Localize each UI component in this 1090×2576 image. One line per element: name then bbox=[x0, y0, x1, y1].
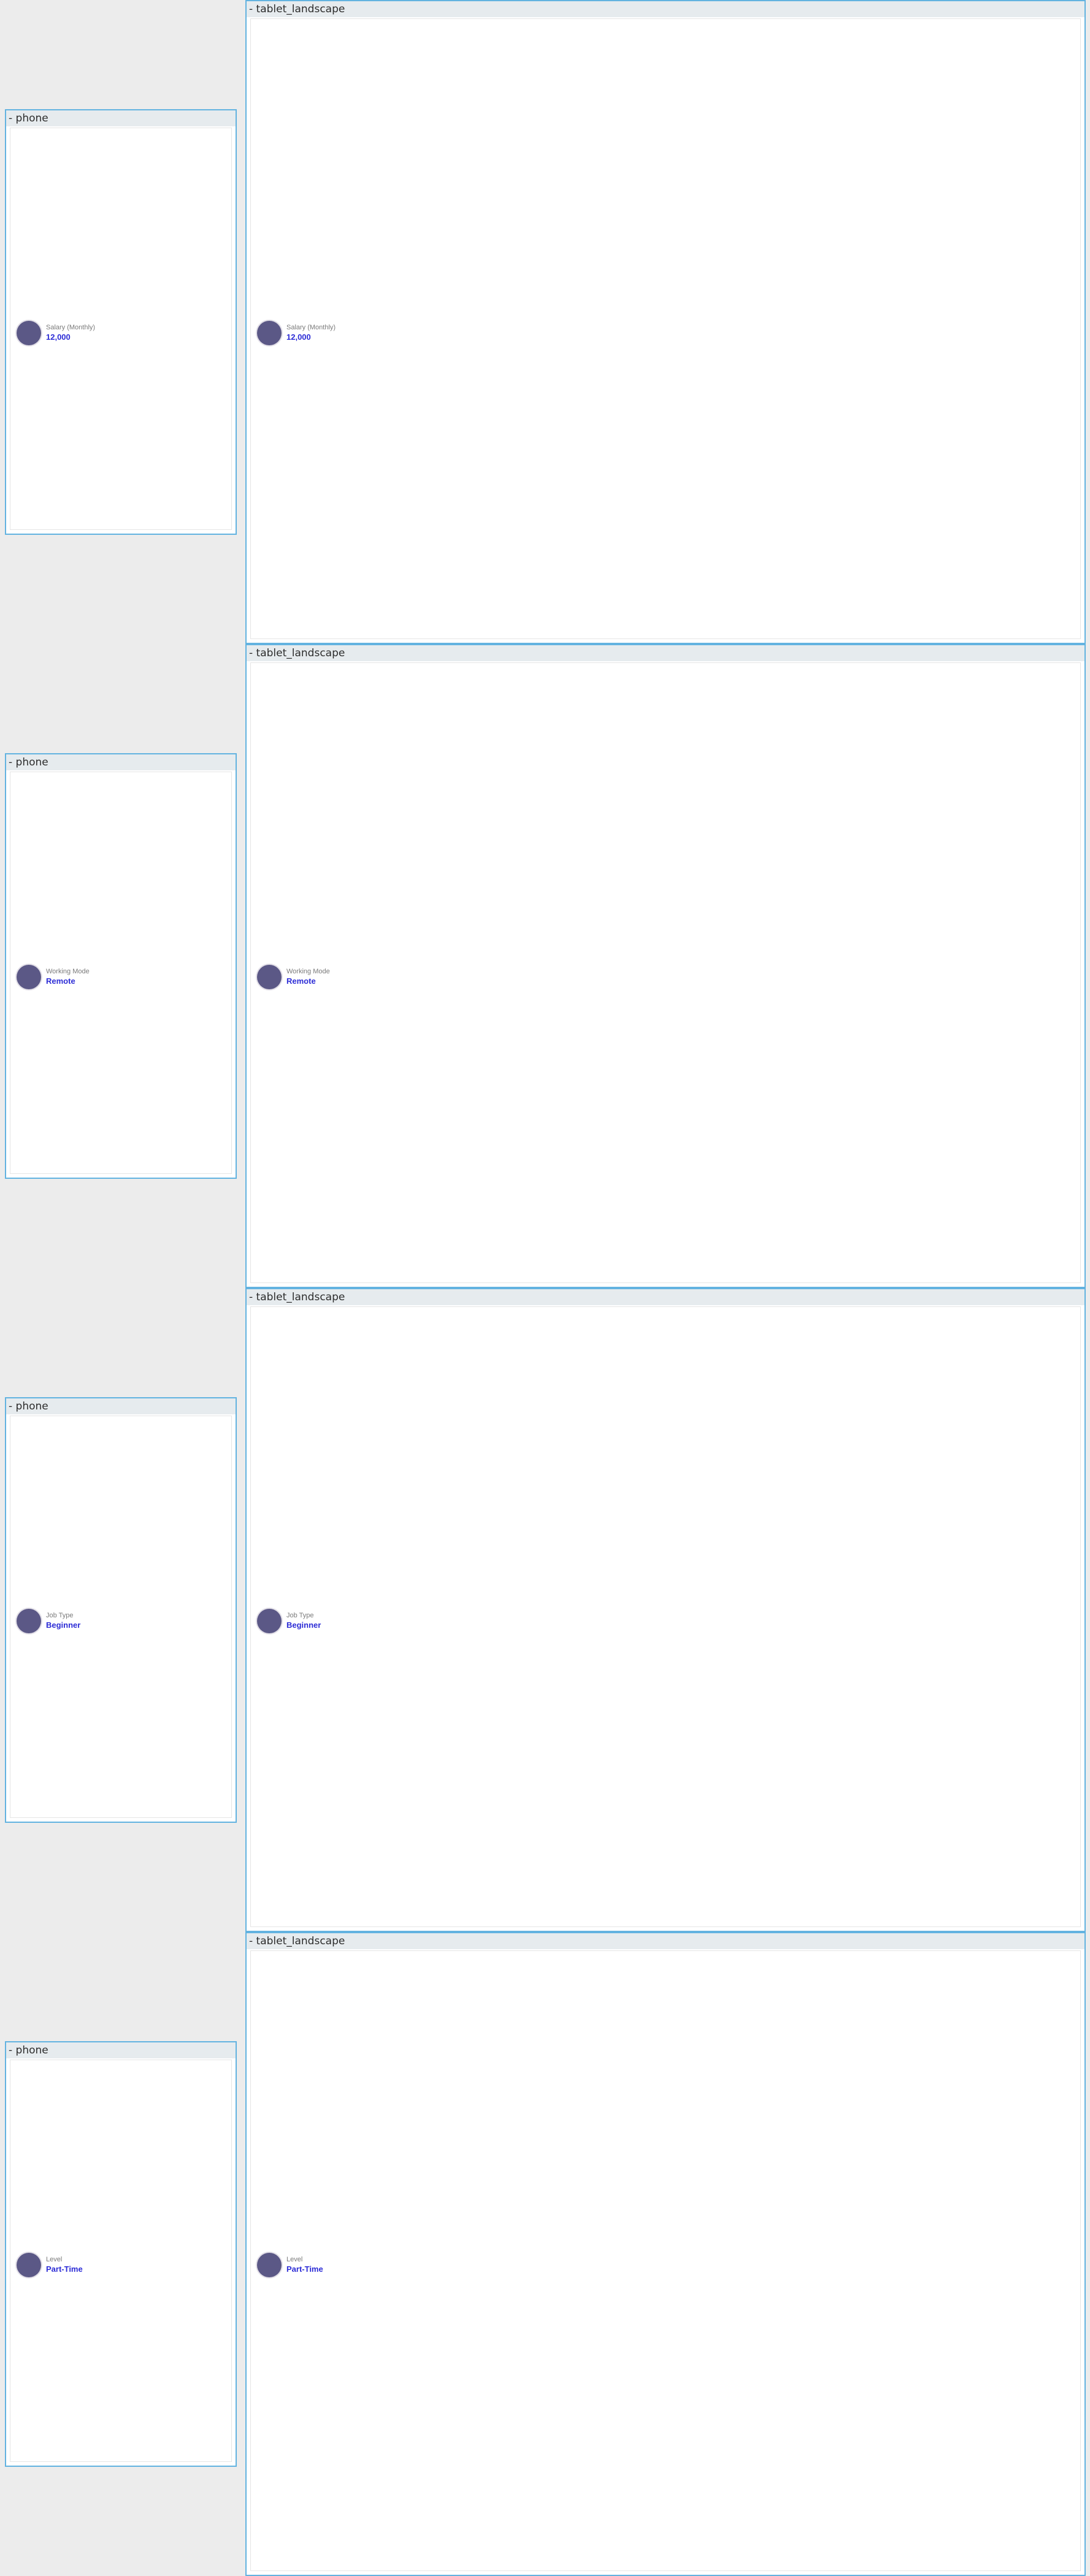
preview-canvas: - phone Salary (Monthly) 12,000 - tablet… bbox=[0, 0, 1090, 2576]
info-item: Working Mode Remote bbox=[257, 965, 330, 989]
info-item: Level Part-Time bbox=[257, 2253, 323, 2277]
frame-content: Working Mode Remote bbox=[250, 662, 1081, 1283]
tablet-landscape-frame: - tablet_landscape Salary (Monthly) 12,0… bbox=[245, 0, 1086, 644]
frame-title: - phone bbox=[6, 2042, 236, 2058]
tablet-landscape-frame: - tablet_landscape Working Mode Remote bbox=[245, 644, 1086, 1288]
info-item: Working Mode Remote bbox=[17, 965, 90, 989]
info-item: Job Type Beginner bbox=[257, 1609, 321, 1633]
info-text: Level Part-Time bbox=[286, 2255, 323, 2275]
phone-frame: - phone Working Mode Remote bbox=[5, 753, 237, 1179]
frame-title: - tablet_landscape bbox=[247, 1933, 1084, 1949]
frame-title: - tablet_landscape bbox=[247, 1289, 1084, 1305]
tablet-landscape-frame: - tablet_landscape Job Type Beginner bbox=[245, 1288, 1086, 1932]
info-label: Working Mode bbox=[46, 968, 90, 975]
avatar bbox=[17, 2253, 41, 2277]
frame-content: Job Type Beginner bbox=[10, 1416, 232, 1818]
info-label: Level bbox=[46, 2256, 63, 2263]
info-text: Working Mode Remote bbox=[286, 967, 330, 987]
info-text: Job Type Beginner bbox=[286, 1611, 321, 1631]
avatar bbox=[17, 1609, 41, 1633]
info-value: Remote bbox=[286, 976, 316, 986]
info-text: Salary (Monthly) 12,000 bbox=[46, 323, 95, 343]
info-label: Level bbox=[286, 2256, 303, 2263]
frame-content: Level Part-Time bbox=[10, 2060, 232, 2462]
info-value: 12,000 bbox=[286, 332, 311, 342]
avatar bbox=[257, 1609, 282, 1633]
info-label: Salary (Monthly) bbox=[286, 324, 336, 331]
frame-title: - phone bbox=[6, 110, 236, 126]
info-label: Salary (Monthly) bbox=[46, 324, 96, 331]
frame-title: - tablet_landscape bbox=[247, 1, 1084, 17]
info-label: Job Type bbox=[286, 1612, 314, 1619]
phone-frame: - phone Salary (Monthly) 12,000 bbox=[5, 109, 237, 535]
frame-title: - phone bbox=[6, 754, 236, 770]
avatar bbox=[257, 2253, 282, 2277]
phone-frame: - phone Level Part-Time bbox=[5, 2041, 237, 2467]
frame-title: - phone bbox=[6, 1398, 236, 1414]
frame-title: - tablet_landscape bbox=[247, 645, 1084, 661]
frame-content: Working Mode Remote bbox=[10, 772, 232, 1174]
info-text: Working Mode Remote bbox=[46, 967, 90, 987]
frame-content: Level Part-Time bbox=[250, 1950, 1081, 2571]
tablet-landscape-frame: - tablet_landscape Level Part-Time bbox=[245, 1932, 1086, 2576]
info-value: Part-Time bbox=[46, 2264, 83, 2274]
avatar bbox=[17, 321, 41, 345]
frame-content: Salary (Monthly) 12,000 bbox=[10, 128, 232, 530]
frame-content: Job Type Beginner bbox=[250, 1306, 1081, 1927]
info-value: Remote bbox=[46, 976, 75, 986]
info-label: Working Mode bbox=[286, 968, 330, 975]
info-value: 12,000 bbox=[46, 332, 71, 342]
info-value: Part-Time bbox=[286, 2264, 323, 2274]
avatar bbox=[17, 965, 41, 989]
avatar bbox=[257, 321, 282, 345]
info-text: Level Part-Time bbox=[46, 2255, 83, 2275]
info-value: Beginner bbox=[46, 1620, 81, 1630]
info-text: Salary (Monthly) 12,000 bbox=[286, 323, 336, 343]
phone-frame: - phone Job Type Beginner bbox=[5, 1397, 237, 1823]
frame-content: Salary (Monthly) 12,000 bbox=[250, 18, 1081, 639]
info-value: Beginner bbox=[286, 1620, 321, 1630]
info-text: Job Type Beginner bbox=[46, 1611, 80, 1631]
info-item: Salary (Monthly) 12,000 bbox=[257, 321, 336, 345]
info-item: Level Part-Time bbox=[17, 2253, 83, 2277]
info-label: Job Type bbox=[46, 1612, 74, 1619]
info-item: Job Type Beginner bbox=[17, 1609, 80, 1633]
avatar bbox=[257, 965, 282, 989]
info-item: Salary (Monthly) 12,000 bbox=[17, 321, 95, 345]
